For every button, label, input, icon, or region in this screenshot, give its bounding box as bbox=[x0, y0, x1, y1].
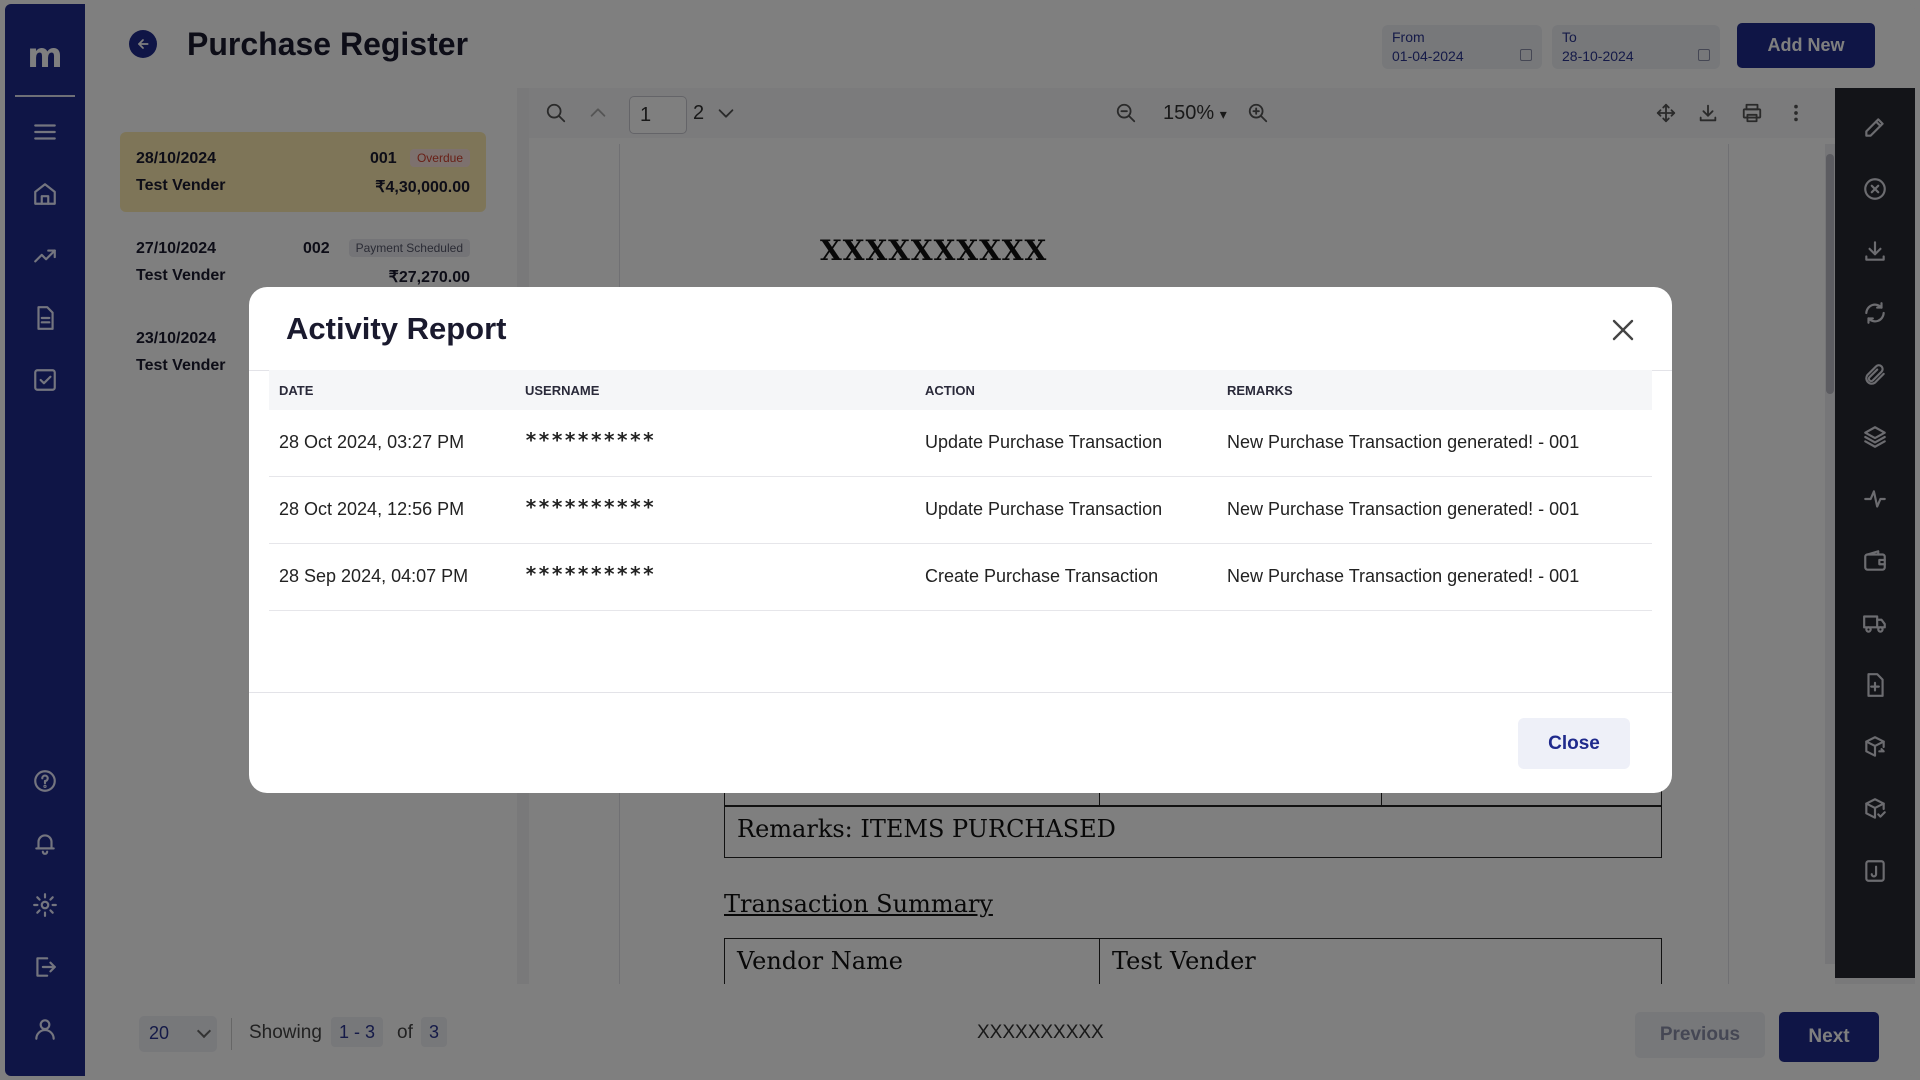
modal-title: Activity Report bbox=[286, 311, 507, 346]
column-header-date: DATE bbox=[279, 383, 314, 398]
cell-username: ********** bbox=[525, 495, 656, 519]
column-header-username: USERNAME bbox=[525, 383, 600, 398]
modal-footer-divider bbox=[249, 692, 1672, 693]
cell-action: Update Purchase Transaction bbox=[925, 499, 1163, 519]
cell-username: ********** bbox=[525, 562, 656, 586]
close-icon[interactable] bbox=[1608, 315, 1638, 345]
table-row: 28 Oct 2024, 12:56 PM ********** Update … bbox=[269, 477, 1652, 544]
cell-remarks: New Purchase Transaction generated! - 00… bbox=[1227, 432, 1580, 452]
cell-date: 28 Oct 2024, 03:27 PM bbox=[279, 432, 465, 452]
table-row: 28 Oct 2024, 03:27 PM ********** Update … bbox=[269, 410, 1652, 477]
modal-backdrop[interactable]: Activity Report DATE USERNAME ACTION REM… bbox=[0, 0, 1920, 1080]
table-header: DATE USERNAME ACTION REMARKS bbox=[269, 370, 1652, 410]
column-header-action: ACTION bbox=[925, 383, 975, 398]
table-row: 28 Sep 2024, 04:07 PM ********** Create … bbox=[269, 544, 1652, 611]
cell-date: 28 Sep 2024, 04:07 PM bbox=[279, 566, 469, 586]
cell-username: ********** bbox=[525, 428, 656, 452]
cell-date: 28 Oct 2024, 12:56 PM bbox=[279, 499, 465, 519]
cell-remarks: New Purchase Transaction generated! - 00… bbox=[1227, 566, 1580, 586]
cell-action: Update Purchase Transaction bbox=[925, 432, 1163, 452]
cell-remarks: New Purchase Transaction generated! - 00… bbox=[1227, 499, 1580, 519]
close-button[interactable]: Close bbox=[1518, 718, 1630, 769]
activity-report-modal: Activity Report DATE USERNAME ACTION REM… bbox=[249, 287, 1672, 793]
column-header-remarks: REMARKS bbox=[1227, 383, 1293, 398]
cell-action: Create Purchase Transaction bbox=[925, 566, 1159, 586]
